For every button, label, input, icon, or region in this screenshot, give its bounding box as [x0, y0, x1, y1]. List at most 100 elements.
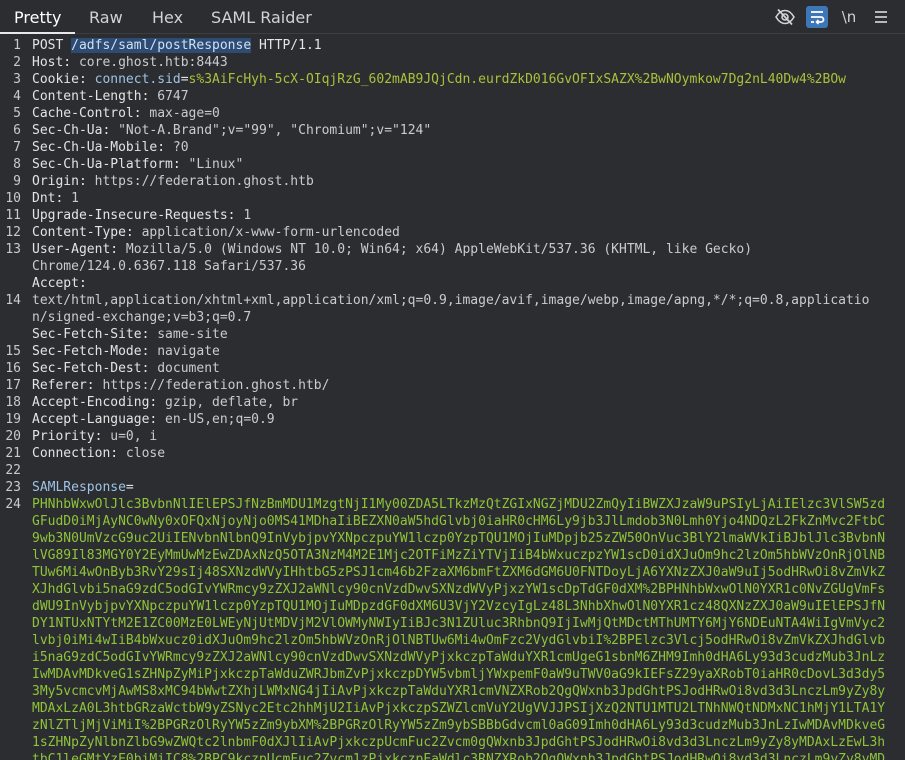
- line-number: 6: [13, 123, 21, 138]
- cookie-equals: =: [180, 72, 189, 87]
- line-number: 4: [13, 89, 21, 104]
- header-name: Content-Length:: [32, 89, 150, 104]
- line-number: 22: [5, 463, 21, 478]
- header-value: ?0: [165, 140, 189, 155]
- header-value: n/signed-exchange;v=b3;q=0.7: [32, 310, 252, 325]
- line-number: 17: [5, 378, 21, 393]
- header-value: "Not-A.Brand";v="99", "Chromium";v="124": [110, 123, 432, 138]
- header-name: Connection:: [32, 446, 119, 461]
- line-number: 19: [5, 412, 21, 427]
- header-name: Accept-Encoding:: [32, 395, 158, 410]
- line-number: 3: [13, 72, 21, 87]
- header-value: Mozilla/5.0 (Windows NT 10.0; Win64; x64…: [118, 242, 753, 257]
- header-name: Sec-Ch-Ua:: [32, 123, 111, 138]
- header-value: https://federation.ghost.htb: [86, 174, 314, 189]
- header-name: Priority:: [32, 429, 103, 444]
- request-editor[interactable]: 1 2 3 4 5 6 7 8 9 10 11 12 13 14 15 16 1…: [0, 35, 905, 760]
- header-name: Accept:: [32, 276, 87, 291]
- header-referer: Referer: https://federation.ghost.htb/: [32, 377, 897, 394]
- line-number: 7: [13, 140, 21, 155]
- line-number: 21: [5, 446, 21, 461]
- header-value: close: [118, 446, 166, 461]
- header-content-type: Content-Type: application/x-www-form-url…: [32, 224, 897, 241]
- header-sec-fetch-mode: Sec-Fetch-Mode: navigate: [32, 343, 897, 360]
- header-cache-control: Cache-Control: max-age=0: [32, 105, 897, 122]
- header-accept: Accept:: [32, 275, 897, 292]
- line-number: 18: [5, 395, 21, 410]
- header-name: Host:: [32, 55, 72, 70]
- cookie-name: connect.sid: [86, 72, 181, 87]
- line-number: 9: [13, 174, 21, 189]
- header-sec-ch-ua-mobile: Sec-Ch-Ua-Mobile: ?0: [32, 139, 897, 156]
- hamburger-menu-icon[interactable]: [870, 6, 892, 28]
- header-user-agent: User-Agent: Mozilla/5.0 (Windows NT 10.0…: [32, 241, 897, 258]
- eye-slash-icon[interactable]: [774, 6, 796, 28]
- http-version: HTTP/1.1: [251, 38, 322, 53]
- header-sec-ch-ua-platform: Sec-Ch-Ua-Platform: "Linux": [32, 156, 897, 173]
- line-number: 10: [5, 191, 21, 206]
- header-name: Cache-Control:: [32, 106, 142, 121]
- header-accept-value: text/html,application/xhtml+xml,applicat…: [32, 292, 897, 309]
- header-name: Upgrade-Insecure-Requests:: [32, 208, 236, 223]
- tab-saml-raider[interactable]: SAML Raider: [211, 0, 312, 33]
- header-upgrade-insecure-requests: Upgrade-Insecure-Requests: 1: [32, 207, 897, 224]
- line-number: 15: [5, 344, 21, 359]
- body-parameter-name: SAMLResponse: [32, 480, 126, 495]
- line-number: 14: [5, 293, 21, 308]
- header-value: "Linux": [180, 157, 244, 172]
- header-connection: Connection: close: [32, 445, 897, 462]
- header-priority: Priority: u=0, i: [32, 428, 897, 445]
- body-parameter: SAMLResponse=: [32, 479, 897, 496]
- cookie-value: s%3AiFcHyh-5cX-OIqjRzG_602mAB9JQjCdn.eur…: [188, 72, 846, 87]
- message-editor-toolbar: Pretty Raw Hex SAML Raider \n: [0, 0, 905, 34]
- header-name: Sec-Fetch-Mode:: [32, 344, 150, 359]
- header-value: en-US,en;q=0.9: [157, 412, 275, 427]
- line-number: 5: [13, 106, 21, 121]
- header-accept-encoding: Accept-Encoding: gzip, deflate, br: [32, 394, 897, 411]
- header-value: Chrome/124.0.6367.118 Safari/537.36: [32, 259, 306, 274]
- header-name: Sec-Fetch-Site:: [32, 327, 150, 342]
- header-value: same-site: [149, 327, 228, 342]
- header-accept-language: Accept-Language: en-US,en;q=0.9: [32, 411, 897, 428]
- request-path: /adfs/saml/postResponse: [71, 38, 252, 53]
- request-line: POST /adfs/saml/postResponse HTTP/1.1: [32, 37, 897, 54]
- line-number: 1: [13, 38, 21, 53]
- header-name: Sec-Ch-Ua-Mobile:: [32, 140, 166, 155]
- header-value: core.ghost.htb:8443: [71, 55, 228, 70]
- header-value: navigate: [149, 344, 220, 359]
- header-name: Sec-Ch-Ua-Platform:: [32, 157, 181, 172]
- header-value: u=0, i: [102, 429, 158, 444]
- header-value: text/html,application/xhtml+xml,applicat…: [32, 293, 870, 308]
- tab-raw[interactable]: Raw: [89, 0, 123, 33]
- header-accept-value-continued: n/signed-exchange;v=b3;q=0.7: [32, 309, 897, 326]
- line-number: 12: [5, 225, 21, 240]
- line-number: 16: [5, 361, 21, 376]
- header-origin: Origin: https://federation.ghost.htb: [32, 173, 897, 190]
- tab-hex[interactable]: Hex: [152, 0, 183, 33]
- header-name: Accept-Language:: [32, 412, 158, 427]
- header-host: Host: core.ghost.htb:8443: [32, 54, 897, 71]
- header-value: application/x-www-form-urlencoded: [133, 225, 400, 240]
- header-name: Sec-Fetch-Dest:: [32, 361, 150, 376]
- line-number: 23: [5, 480, 21, 495]
- http-method: POST: [32, 38, 72, 53]
- header-name: Dnt:: [32, 191, 64, 206]
- header-dnt: Dnt: 1: [32, 190, 897, 207]
- header-sec-fetch-dest: Sec-Fetch-Dest: document: [32, 360, 897, 377]
- header-cookie: Cookie: connect.sid=s%3AiFcHyh-5cX-OIqjR…: [32, 71, 897, 88]
- header-sec-ch-ua: Sec-Ch-Ua: "Not-A.Brand";v="99", "Chromi…: [32, 122, 897, 139]
- newline-toggle[interactable]: \n: [838, 6, 860, 28]
- header-user-agent-continued: Chrome/124.0.6367.118 Safari/537.36: [32, 258, 897, 275]
- header-value: 1: [63, 191, 79, 206]
- tab-pretty[interactable]: Pretty: [0, 0, 77, 34]
- line-number: 13: [5, 242, 21, 257]
- header-name: Cookie:: [32, 72, 87, 87]
- header-name: User-Agent:: [32, 242, 119, 257]
- line-number: 24: [5, 497, 21, 512]
- body-equals: =: [125, 480, 134, 495]
- header-value: https://federation.ghost.htb/: [94, 378, 330, 393]
- line-number: 20: [5, 429, 21, 444]
- header-name: Origin:: [32, 174, 87, 189]
- text-wrap-icon[interactable]: [806, 6, 828, 28]
- header-sec-fetch-site: Sec-Fetch-Site: same-site: [32, 326, 897, 343]
